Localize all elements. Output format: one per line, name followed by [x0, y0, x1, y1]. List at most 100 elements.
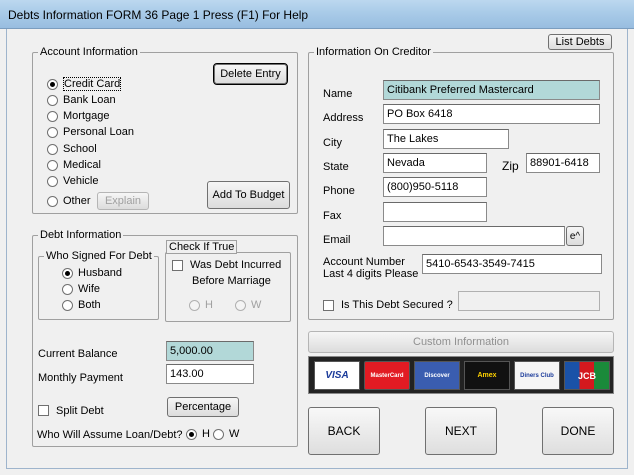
secured-description-field[interactable] [458, 291, 600, 311]
check-if-true-legend: Check If True [166, 240, 238, 254]
explain-button[interactable]: Explain [97, 192, 149, 210]
back-button[interactable]: BACK [308, 407, 380, 455]
radio-dot [47, 195, 58, 207]
zip-label: Zip [502, 159, 519, 173]
radio-dot [186, 428, 197, 440]
account-number-label-2: Last 4 digits Please [323, 268, 419, 280]
phone-label: Phone [323, 185, 355, 197]
visa-logo-icon: VISA [314, 361, 360, 390]
radio-label: Wife [78, 283, 100, 295]
radio-wife[interactable]: Wife [62, 283, 100, 295]
window-title: Debts Information FORM 36 Page 1 Press (… [8, 8, 309, 22]
current-balance-label: Current Balance [38, 348, 118, 360]
radio-vehicle[interactable]: Vehicle [47, 175, 98, 187]
add-to-budget-button[interactable]: Add To Budget [207, 181, 290, 209]
jcb-logo-icon: JCB [564, 361, 610, 390]
title-bar: Debts Information FORM 36 Page 1 Press (… [0, 0, 634, 29]
delete-entry-button[interactable]: Delete Entry [213, 63, 288, 85]
creditor-phone-field[interactable]: (800)950-5118 [383, 177, 487, 197]
debt-before-marriage-label-2: Before Marriage [192, 275, 271, 287]
mastercard-logo-icon: MasterCard [364, 361, 410, 390]
email-send-button[interactable]: e^ [566, 226, 584, 246]
discover-logo-icon: Discover [414, 361, 460, 390]
monthly-payment-field[interactable]: 143.00 [166, 364, 254, 384]
city-label: City [323, 137, 342, 149]
monthly-payment-label: Monthly Payment [38, 372, 123, 384]
account-info-legend: Account Information [38, 46, 140, 58]
radio-assume-w[interactable]: W [213, 428, 239, 440]
radio-label: School [63, 143, 97, 155]
radio-dot [47, 78, 58, 90]
current-balance-field[interactable]: 5,000.00 [166, 341, 254, 361]
radio-husband[interactable]: Husband [62, 267, 122, 279]
radio-label: Vehicle [63, 175, 99, 187]
radio-dot [47, 175, 58, 187]
radio-marriage-h[interactable]: H [189, 299, 213, 311]
radio-dot [235, 299, 246, 311]
creditor-address-field[interactable]: PO Box 6418 [383, 104, 600, 124]
radio-label: W [229, 428, 240, 440]
radio-dot [47, 126, 58, 138]
radio-label: Medical [63, 159, 101, 171]
debt-secured-label: Is This Debt Secured ? [341, 299, 453, 311]
radio-label: W [251, 299, 262, 311]
next-button[interactable]: NEXT [425, 407, 497, 455]
radio-label: H [205, 299, 213, 311]
creditor-name-field[interactable]: Citibank Preferred Mastercard [383, 80, 600, 100]
radio-dot [213, 428, 224, 440]
done-button[interactable]: DONE [542, 407, 614, 455]
radio-dot [47, 94, 58, 106]
email-label: Email [323, 234, 351, 246]
debt-before-marriage-label: Was Debt Incurred [190, 259, 282, 271]
custom-information-button[interactable]: Custom Information [308, 331, 614, 353]
radio-label: Husband [78, 267, 123, 279]
debt-before-marriage-checkbox[interactable] [172, 260, 183, 271]
radio-label: H [202, 428, 210, 440]
creditor-info-legend: Information On Creditor [314, 46, 433, 58]
radio-dot [62, 299, 73, 311]
radio-mortgage[interactable]: Mortgage [47, 110, 109, 122]
percentage-button[interactable]: Percentage [167, 397, 239, 417]
radio-personal-loan[interactable]: Personal Loan [47, 126, 134, 138]
name-label: Name [323, 88, 353, 100]
radio-label: Other [63, 195, 91, 207]
creditor-state-field[interactable]: Nevada [383, 153, 487, 173]
creditor-fax-field[interactable] [383, 202, 487, 222]
radio-label: Bank Loan [63, 94, 116, 106]
radio-label: Personal Loan [63, 126, 134, 138]
radio-label: Mortgage [63, 110, 110, 122]
radio-dot [189, 299, 200, 311]
account-number-field[interactable]: 5410-6543-3549-7415 [422, 254, 602, 274]
assume-loan-label: Who Will Assume Loan/Debt? [37, 429, 183, 441]
address-label: Address [323, 112, 364, 124]
radio-label: Credit Card [63, 77, 122, 91]
debt-secured-checkbox[interactable] [323, 300, 334, 311]
who-signed-legend: Who Signed For Debt [44, 250, 154, 262]
list-debts-button[interactable]: List Debts [548, 34, 612, 50]
radio-bank-loan[interactable]: Bank Loan [47, 94, 116, 106]
account-number-label: Account Number [323, 256, 405, 268]
state-label: State [323, 161, 349, 173]
debt-info-legend: Debt Information [38, 229, 124, 241]
radio-assume-h[interactable]: H [186, 428, 210, 440]
amex-logo-icon: Amex [464, 361, 510, 390]
radio-dot [62, 267, 73, 279]
radio-marriage-w[interactable]: W [235, 299, 261, 311]
diners-club-logo-icon: Diners Club [514, 361, 560, 390]
radio-dot [62, 283, 73, 295]
creditor-email-field[interactable] [383, 226, 565, 246]
radio-label: Both [78, 299, 101, 311]
radio-medical[interactable]: Medical [47, 159, 101, 171]
radio-dot [47, 159, 58, 171]
creditor-city-field[interactable]: The Lakes [383, 129, 509, 149]
radio-dot [47, 110, 58, 122]
radio-school[interactable]: School [47, 143, 97, 155]
split-debt-label: Split Debt [56, 405, 104, 417]
radio-other[interactable]: Other [47, 195, 91, 207]
radio-credit-card[interactable]: Credit Card [47, 77, 122, 91]
split-debt-checkbox[interactable] [38, 405, 49, 416]
creditor-zip-field[interactable]: 88901-6418 [526, 153, 600, 173]
radio-both[interactable]: Both [62, 299, 101, 311]
radio-dot [47, 143, 58, 155]
fax-label: Fax [323, 210, 342, 222]
